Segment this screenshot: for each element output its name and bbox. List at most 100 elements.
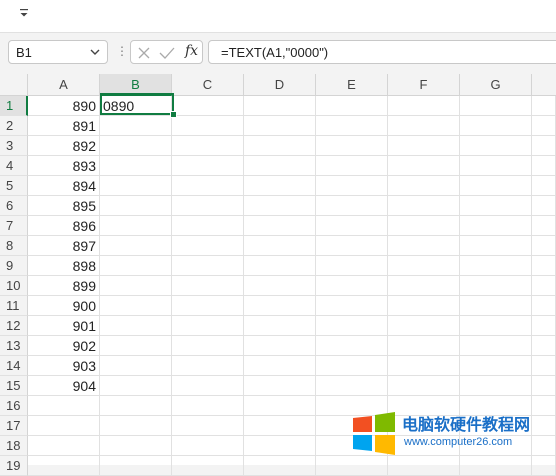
grid-cell[interactable] (244, 196, 316, 216)
grid-cell[interactable] (316, 136, 388, 156)
grid-cell[interactable] (244, 416, 316, 436)
cell-b3[interactable] (100, 136, 172, 156)
row-header-2[interactable]: 2 (0, 116, 28, 136)
row-header-19[interactable]: 19 (0, 456, 28, 476)
grid-cell[interactable] (244, 456, 316, 476)
fill-handle[interactable] (170, 111, 177, 118)
cell-a7[interactable]: 896 (28, 216, 100, 236)
grid-cell[interactable] (244, 376, 316, 396)
grid-cell[interactable] (244, 236, 316, 256)
grid-cell[interactable] (388, 136, 460, 156)
grid-cell[interactable] (172, 256, 244, 276)
cell-b7[interactable] (100, 216, 172, 236)
cell-a8[interactable]: 897 (28, 236, 100, 256)
grid-cell[interactable] (460, 136, 532, 156)
chevron-down-icon[interactable] (89, 44, 101, 63)
cell-b17[interactable] (100, 416, 172, 436)
grid-cell[interactable] (316, 196, 388, 216)
grid-cell[interactable] (244, 256, 316, 276)
cell-a4[interactable]: 893 (28, 156, 100, 176)
grid-cell[interactable] (172, 156, 244, 176)
cell-a9[interactable]: 898 (28, 256, 100, 276)
cell-a13[interactable]: 902 (28, 336, 100, 356)
column-header-d[interactable]: D (244, 74, 316, 96)
cell-b9[interactable] (100, 256, 172, 276)
cell-a1[interactable]: 890 (28, 96, 100, 116)
row-header-4[interactable]: 4 (0, 156, 28, 176)
grid-cell[interactable] (532, 116, 556, 136)
cell-b16[interactable] (100, 396, 172, 416)
grid-cell[interactable] (460, 196, 532, 216)
grid-cell[interactable] (244, 96, 316, 116)
cell-a19[interactable] (28, 456, 100, 476)
grid-cell[interactable] (244, 276, 316, 296)
select-all-corner[interactable] (0, 74, 28, 96)
grid-cell[interactable] (388, 356, 460, 376)
grid-cell[interactable] (244, 436, 316, 456)
cell-b10[interactable] (100, 276, 172, 296)
customize-qat-icon[interactable] (14, 6, 34, 26)
row-header-15[interactable]: 15 (0, 376, 28, 396)
column-header-c[interactable]: C (172, 74, 244, 96)
cell-b4[interactable] (100, 156, 172, 176)
grid-cell[interactable] (460, 336, 532, 356)
grid-cell[interactable] (460, 176, 532, 196)
grid-cell[interactable] (388, 256, 460, 276)
cell-b6[interactable] (100, 196, 172, 216)
grid-cell[interactable] (244, 116, 316, 136)
enter-check-icon[interactable] (159, 46, 175, 60)
grid-cell[interactable] (532, 96, 556, 116)
grid-cell[interactable] (172, 176, 244, 196)
row-header-3[interactable]: 3 (0, 136, 28, 156)
grid-cell[interactable] (244, 296, 316, 316)
grid-cell[interactable] (460, 256, 532, 276)
cell-b15[interactable] (100, 376, 172, 396)
grid-cell[interactable] (388, 216, 460, 236)
grid-cell[interactable] (388, 236, 460, 256)
grid-cell[interactable] (244, 356, 316, 376)
grid-cell[interactable] (532, 316, 556, 336)
grid-cell[interactable] (244, 156, 316, 176)
grid-cell[interactable] (316, 336, 388, 356)
grid-cell[interactable] (388, 276, 460, 296)
column-header-a[interactable]: A (28, 74, 100, 96)
grid-cell[interactable] (172, 416, 244, 436)
row-header-9[interactable]: 9 (0, 256, 28, 276)
grid-cell[interactable] (172, 456, 244, 476)
grid-cell[interactable] (172, 216, 244, 236)
row-header-13[interactable]: 13 (0, 336, 28, 356)
grid-cell[interactable] (244, 336, 316, 356)
grid-cell[interactable] (532, 216, 556, 236)
column-header-f[interactable]: F (388, 74, 460, 96)
grid-cell[interactable] (244, 136, 316, 156)
more-dots-icon[interactable]: ⋮ (116, 44, 128, 58)
grid-cell[interactable] (460, 116, 532, 136)
grid-cell[interactable] (316, 176, 388, 196)
cell-a14[interactable]: 903 (28, 356, 100, 376)
grid-cell[interactable] (316, 276, 388, 296)
grid-cell[interactable] (316, 96, 388, 116)
grid-cell[interactable] (532, 356, 556, 376)
grid-cell[interactable] (172, 96, 244, 116)
grid-cell[interactable] (532, 176, 556, 196)
row-header-12[interactable]: 12 (0, 316, 28, 336)
grid-cell[interactable] (388, 156, 460, 176)
cell-a12[interactable]: 901 (28, 316, 100, 336)
cell-b12[interactable] (100, 316, 172, 336)
row-header-5[interactable]: 5 (0, 176, 28, 196)
grid-cell[interactable] (460, 356, 532, 376)
grid-cell[interactable] (172, 336, 244, 356)
grid-cell[interactable] (244, 176, 316, 196)
grid-cell[interactable] (244, 216, 316, 236)
grid-cell[interactable] (388, 336, 460, 356)
grid-cell[interactable] (172, 136, 244, 156)
grid-cell[interactable] (532, 276, 556, 296)
grid-cell[interactable] (316, 356, 388, 376)
cell-b11[interactable] (100, 296, 172, 316)
column-header-g[interactable]: G (460, 74, 532, 96)
grid-cell[interactable] (388, 116, 460, 136)
grid-cell[interactable] (172, 316, 244, 336)
row-header-11[interactable]: 11 (0, 296, 28, 316)
grid-cell[interactable] (172, 276, 244, 296)
grid-cell[interactable] (532, 376, 556, 396)
